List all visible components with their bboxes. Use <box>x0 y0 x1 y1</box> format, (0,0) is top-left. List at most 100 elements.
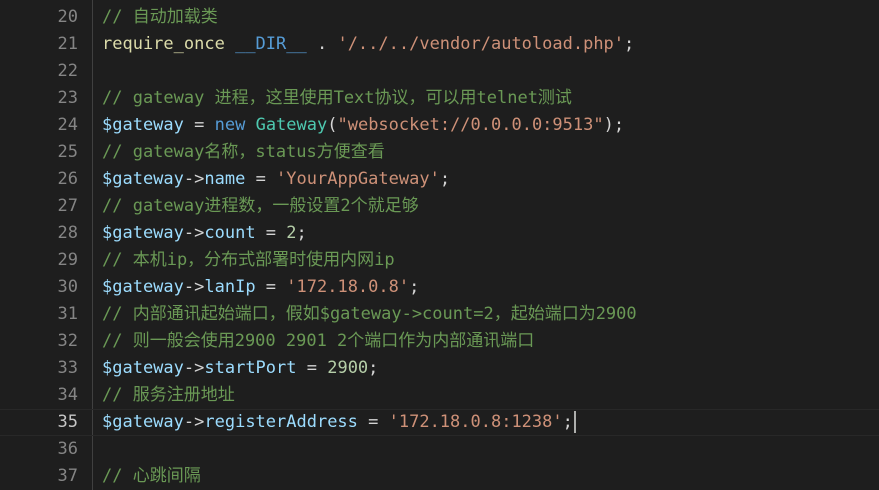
code-line[interactable]: 24 $gateway = new Gateway("websocket://0.… <box>0 112 879 139</box>
code-token: $gateway <box>102 358 184 378</box>
code-token: $gateway <box>102 169 184 189</box>
line-number: 24 <box>57 115 78 135</box>
code-text: // gateway进程数，一般设置2个就足够 <box>102 193 419 220</box>
code-text: require_once __DIR__ . '/../../vendor/au… <box>102 31 634 58</box>
code-token: ( <box>327 115 338 135</box>
code-text: // 心跳间隔 <box>102 463 201 490</box>
code-text: // 内部通讯起始端口，假如$gateway->count=2，起始端口为290… <box>102 301 637 328</box>
code-token: = <box>357 412 389 432</box>
code-text: $gateway->startPort = 2900; <box>102 355 378 382</box>
code-line[interactable]: 35 $gateway->registerAddress = '172.18.0.… <box>0 409 879 436</box>
code-token: lanIp <box>204 277 256 297</box>
code-token: count <box>204 223 256 243</box>
code-editor[interactable]: 20 // 自动加载类 21 require_once __DIR__ . '/../… <box>0 0 879 490</box>
code-token: "websocket://0.0.0.0:9513" <box>337 115 604 135</box>
code-token: $gateway <box>102 277 184 297</box>
line-number: 20 <box>57 7 78 27</box>
code-line[interactable]: 27 // gateway进程数，一般设置2个就足够 <box>0 193 879 220</box>
code-token: name <box>204 169 246 189</box>
code-token: = <box>296 358 328 378</box>
code-line[interactable]: 23 // gateway 进程，这里使用Text协议，可以用telnet测试 <box>0 85 879 112</box>
code-text: // 服务注册地址 <box>102 382 235 409</box>
code-line[interactable]: 28 $gateway->count = 2; <box>0 220 879 247</box>
code-line[interactable]: 21 require_once __DIR__ . '/../../vendor/… <box>0 31 879 58</box>
code-line[interactable]: 33 $gateway->startPort = 2900; <box>0 355 879 382</box>
code-token: // 服务注册地址 <box>102 385 235 405</box>
code-token: ; <box>439 169 451 189</box>
code-line[interactable]: 34 // 服务注册地址 <box>0 382 879 409</box>
code-line[interactable]: 20 // 自动加载类 <box>0 4 879 31</box>
line-number: 35 <box>57 412 78 432</box>
code-token: -> <box>183 223 205 243</box>
code-token: '172.18.0.8:1238' <box>388 412 563 432</box>
line-number: 34 <box>57 385 78 405</box>
code-text: // 本机ip，分布式部署时使用内网ip <box>102 247 395 274</box>
code-token: require_once <box>102 34 225 54</box>
code-line[interactable]: 31 // 内部通讯起始端口，假如$gateway->count=2，起始端口为2… <box>0 301 879 328</box>
code-token: = <box>255 223 287 243</box>
code-text: // 则一般会使用2900 2901 2个端口作为内部通讯端口 <box>102 328 534 355</box>
line-number: 30 <box>57 277 78 297</box>
code-token: ; <box>368 358 379 378</box>
code-token: // gateway名称，status方便查看 <box>102 142 385 162</box>
code-text: $gateway->name = 'YourAppGateway'; <box>102 166 450 193</box>
code-token: new <box>214 115 246 135</box>
code-text: // gateway 进程，这里使用Text协议，可以用telnet测试 <box>102 85 572 112</box>
code-text: $gateway = new Gateway("websocket://0.0.… <box>102 112 624 139</box>
line-number: 26 <box>57 169 78 189</box>
code-token: 'YourAppGateway' <box>276 169 440 189</box>
code-line[interactable]: 29 // 本机ip，分布式部署时使用内网ip <box>0 247 879 274</box>
line-number: 27 <box>57 196 78 216</box>
code-line[interactable]: 25 // gateway名称，status方便查看 <box>0 139 879 166</box>
code-token: $gateway <box>102 115 184 135</box>
line-number: 33 <box>57 358 78 378</box>
code-token: Gateway <box>255 115 328 135</box>
code-token: __DIR__ <box>235 34 307 54</box>
line-number: 22 <box>57 61 78 81</box>
code-token: -> <box>183 169 205 189</box>
code-text: // gateway名称，status方便查看 <box>102 139 385 166</box>
code-token: = <box>255 277 287 297</box>
code-token: registerAddress <box>204 412 358 432</box>
code-line[interactable]: 26 $gateway->name = 'YourAppGateway'; <box>0 166 879 193</box>
code-token: ; <box>624 34 635 54</box>
code-token: . <box>306 34 338 54</box>
code-token: = <box>183 115 215 135</box>
code-token: ; <box>296 223 307 243</box>
line-number: 29 <box>57 250 78 270</box>
code-line[interactable]: 30 $gateway->lanIp = '172.18.0.8'; <box>0 274 879 301</box>
code-token: '172.18.0.8' <box>286 277 410 297</box>
code-token: // 自动加载类 <box>102 7 218 27</box>
code-line[interactable]: 32 // 则一般会使用2900 2901 2个端口作为内部通讯端口 <box>0 328 879 355</box>
line-number: 32 <box>57 331 78 351</box>
code-token: ; <box>409 277 420 297</box>
code-text: $gateway->registerAddress = '172.18.0.8:… <box>102 409 576 436</box>
code-token: 2900 <box>327 358 369 378</box>
line-number: 37 <box>57 466 78 486</box>
code-token: -> <box>183 277 205 297</box>
line-number: 28 <box>57 223 78 243</box>
code-token: '/../../vendor/autoload.php' <box>337 34 625 54</box>
line-number: 23 <box>57 88 78 108</box>
code-token: -> <box>183 412 205 432</box>
code-line[interactable]: 36 <box>0 436 879 463</box>
code-token: $gateway <box>102 223 184 243</box>
code-token: // 则一般会使用2900 2901 2个端口作为内部通讯端口 <box>102 331 535 351</box>
line-number: 21 <box>57 34 78 54</box>
code-token: 2 <box>286 223 297 243</box>
code-token: = <box>245 169 277 189</box>
code-text: $gateway->count = 2; <box>102 220 307 247</box>
line-number: 25 <box>57 142 78 162</box>
code-token: ; <box>562 412 573 432</box>
text-cursor <box>573 411 576 433</box>
code-line[interactable]: 37 // 心跳间隔 <box>0 463 879 490</box>
code-token: ); <box>603 115 625 135</box>
code-line[interactable]: 22 <box>0 58 879 85</box>
code-token: // 本机ip，分布式部署时使用内网ip <box>102 250 395 270</box>
code-text: // 自动加载类 <box>102 4 218 31</box>
code-token: $gateway <box>102 412 184 432</box>
code-token: // 心跳间隔 <box>102 466 201 486</box>
code-token: // 内部通讯起始端口，假如$gateway->count=2，起始端口为290… <box>102 304 637 324</box>
code-text: $gateway->lanIp = '172.18.0.8'; <box>102 274 419 301</box>
